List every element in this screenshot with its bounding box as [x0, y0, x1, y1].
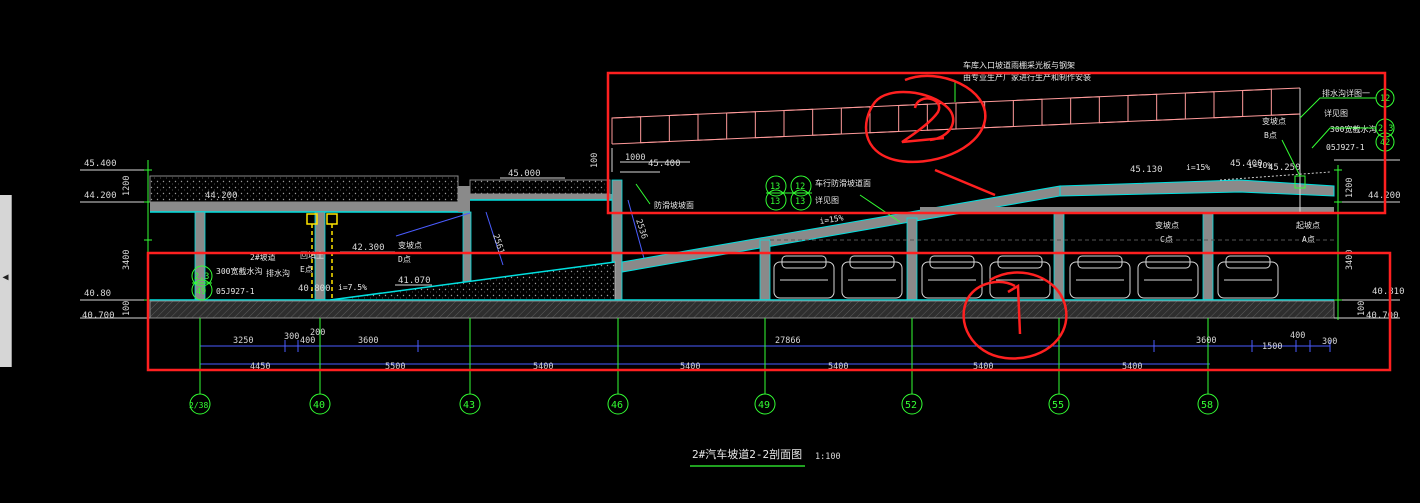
- slope-detail-label: 详见图: [815, 195, 839, 205]
- axis-label-4: 49: [758, 400, 770, 411]
- drawing-scale: 1:100: [815, 452, 841, 462]
- markup-tail-2: [934, 168, 996, 197]
- c-axis-label: C点: [1160, 235, 1173, 244]
- axis-label-6: 55: [1052, 400, 1064, 411]
- anti-slip-right: 详见图: [1324, 108, 1348, 118]
- circle-mid-b-top: 12: [795, 182, 805, 192]
- level-right-base: 40.700: [1366, 311, 1399, 321]
- markup-circle-2: [864, 74, 987, 164]
- dim-r1-4: 27866: [775, 336, 801, 346]
- std-right: 05J927-1: [1326, 143, 1365, 152]
- e-axis-label: E点: [300, 265, 313, 274]
- std-left: 05J927-1: [216, 287, 255, 296]
- level-box-top: 45.400: [648, 159, 681, 169]
- skid-ramp-label: 车行防滑坡道面: [815, 178, 871, 188]
- drain-label: 排水沟: [266, 268, 290, 278]
- car-1: [773, 255, 835, 299]
- b-axis-label: B点: [1264, 131, 1277, 140]
- car-6: [1137, 255, 1199, 299]
- slope-pct-top: i=10%: [1248, 161, 1272, 170]
- dim-r1-1: 300: [284, 332, 299, 342]
- car-2: [841, 255, 903, 299]
- axis-label-2: 43: [463, 400, 475, 411]
- level-left-base: 40.700: [82, 311, 115, 321]
- level-left-low: 40.80: [84, 289, 111, 299]
- dim-r1-3: 3600: [358, 336, 378, 346]
- drawing-title: 2#汽车坡道2-2剖面图: [692, 447, 802, 461]
- d-axis-label: D点: [398, 255, 411, 264]
- circle-mid-a-top: 13: [770, 182, 780, 192]
- ramp-fill: [329, 261, 616, 301]
- change-point-right: 变坡点: [1155, 220, 1179, 230]
- cad-section-drawing: 45.400 44.200 40.80 40.700 1200 3400 100…: [80, 60, 1405, 467]
- floor-slab: [149, 299, 1335, 319]
- axis-label-5: 52: [905, 400, 917, 411]
- circle-mid-a-bottom: 13: [770, 197, 780, 207]
- dim-r1-7: 400: [1290, 331, 1305, 341]
- drain-note: 排水沟详图一: [1322, 88, 1370, 98]
- col-fill-label: 回填土: [300, 250, 324, 260]
- dim-r1-0: 3250: [233, 336, 253, 346]
- axis-label-3: 46: [611, 400, 623, 411]
- level-roof-left: 44.200: [205, 191, 238, 201]
- dim-right-1200: 1200: [1345, 178, 1355, 198]
- drain-ditch-left: 300宽截水沟: [216, 266, 262, 276]
- car-5: [1069, 255, 1131, 299]
- circle-mid-b-bottom: 13: [795, 197, 805, 207]
- slope-pct-right: i=15%: [1186, 163, 1210, 172]
- dim-box-100: 100: [590, 153, 600, 168]
- dim-r1-8: 300: [1322, 337, 1337, 347]
- dim-200: 200: [310, 328, 325, 338]
- axis-label-1: 40: [313, 400, 325, 411]
- dim-r1-5: 3600: [1196, 336, 1216, 346]
- level-right-ramp: 45.130: [1130, 165, 1163, 175]
- change-point-top: 变坡点: [1262, 116, 1286, 126]
- level-right-low: 40.810: [1372, 287, 1405, 297]
- dim-r1-6: 1500: [1262, 342, 1282, 352]
- level-left-top: 45.400: [84, 159, 117, 169]
- dim-left-100: 100: [122, 301, 132, 316]
- change-point-left: 变坡点: [398, 240, 422, 250]
- level-floor: 40.800: [298, 284, 331, 294]
- axis-label-0: 2/38: [189, 401, 208, 410]
- circle-left-top: 2.3: [194, 272, 209, 282]
- anti-slip-label: 防滑坡坡面: [654, 200, 694, 210]
- dim-box-1000: 1000: [625, 153, 645, 163]
- circle-left-bottom: 49: [196, 287, 206, 297]
- grid-ticks: [199, 318, 1209, 395]
- slope-pct-low: i=7.5%: [338, 283, 367, 292]
- level-left-mid: 44.200: [84, 191, 117, 201]
- car-7: [1217, 255, 1279, 299]
- change-point-end: 起坡点: [1296, 220, 1320, 230]
- drain-ditch-right: 300宽截水沟: [1330, 124, 1376, 134]
- canopy-truss: [611, 87, 1301, 145]
- dim-left-3400: 3400: [122, 250, 132, 270]
- dim-left-1200: 1200: [122, 176, 132, 196]
- axis-label-7: 58: [1201, 400, 1213, 411]
- canopy-note-1: 车库入口坡道雨棚采光板与钢架: [963, 60, 1075, 70]
- parked-cars: [773, 255, 1279, 299]
- a-axis-label: A点: [1302, 235, 1315, 244]
- right-vertical-dimension: [1334, 165, 1342, 320]
